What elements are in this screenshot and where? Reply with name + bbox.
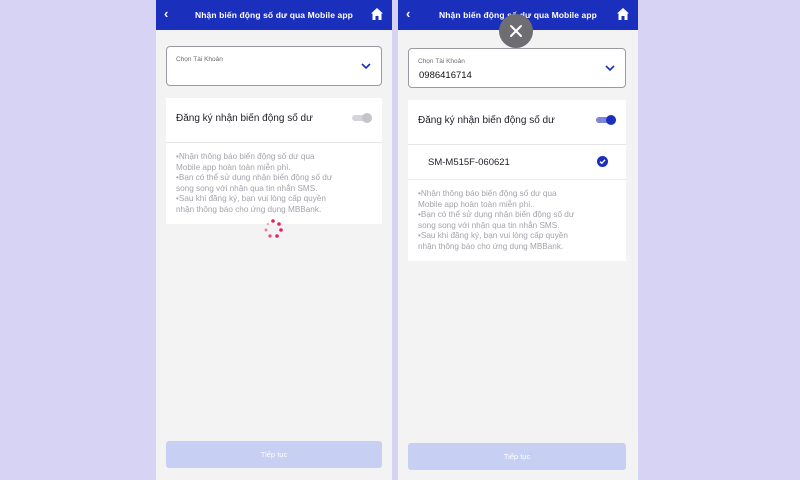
home-icon[interactable] [616,7,630,21]
register-toggle-row: Đăng ký nhận biến động số dư [408,100,626,145]
home-icon[interactable] [370,7,384,21]
account-select[interactable]: Chọn Tài Khoản 0986416714 [408,48,626,88]
close-icon [510,25,522,37]
header-title: Nhận biến động số dư qua Mobile app [195,10,353,20]
notification-card: Đăng ký nhận biến động số dư SM-M515F-06… [408,100,626,261]
left-phone-screen: ‹ Nhận biến động số dư qua Mobile app Ch… [156,0,392,480]
info-line: nhận thông báo cho ứng dụng MBBank. [176,204,322,214]
info-line: Mobile app hoàn toàn miễn phí. [176,162,291,172]
close-button[interactable] [499,14,533,48]
chevron-left-icon[interactable]: ‹ [406,6,410,21]
info-line: nhận thông báo cho ứng dụng MBBank. [418,241,564,251]
notification-card: Đăng ký nhận biến động số dư •Nhận thông… [166,98,382,224]
device-item[interactable]: SM-M515F-060621 [408,145,626,180]
chevron-down-icon [605,65,615,72]
info-line: •Bạn có thể sử dụng nhận biến động số dư [418,210,575,220]
register-toggle-row: Đăng ký nhận biến động số dư [166,98,382,143]
info-line: •Bạn có thể sử dụng nhận biến động số dư [176,173,333,183]
chevron-down-icon [361,63,371,70]
account-select-label: Chọn Tài Khoản [176,56,223,63]
info-line: song song với nhận qua tin nhắn SMS. [176,183,318,193]
register-toggle-switch[interactable] [352,113,372,123]
register-toggle-switch[interactable] [596,115,616,125]
account-select-value: 0986416714 [419,70,472,81]
account-select-label: Chọn Tài Khoản [418,58,465,65]
info-text: •Nhận thông báo biến động số dư qua Mobi… [166,143,382,224]
info-line: •Sau khi đăng ký, bạn vui lòng cấp quyền [176,194,326,204]
right-phone-screen: ‹ Nhận biến động số dư qua Mobile app Ch… [398,0,638,480]
info-text: •Nhận thông báo biến động số dư qua Mobi… [408,180,626,261]
info-line: •Nhận thông báo biến động số dư qua [176,152,315,161]
app-header: ‹ Nhận biến động số dư qua Mobile app [156,0,392,30]
device-name: SM-M515F-060621 [428,157,510,168]
info-line: •Nhận thông báo biến động số dư qua [418,189,557,198]
info-line: •Sau khi đăng ký, bạn vui lòng cấp quyền [418,231,568,241]
register-toggle-label: Đăng ký nhận biến động số dư [176,113,313,124]
continue-button[interactable]: Tiếp tục [166,441,382,468]
info-line: Mobile app hoàn toàn miễn phí. [418,199,533,209]
chevron-left-icon[interactable]: ‹ [164,6,168,21]
continue-button[interactable]: Tiếp tục [408,443,626,470]
account-select[interactable]: Chọn Tài Khoản [166,46,382,86]
register-toggle-label: Đăng ký nhận biến động số dư [418,115,555,126]
check-circle-icon [597,156,608,167]
loading-spinner-icon [264,219,283,238]
info-line: song song với nhận qua tin nhắn SMS. [418,220,560,230]
